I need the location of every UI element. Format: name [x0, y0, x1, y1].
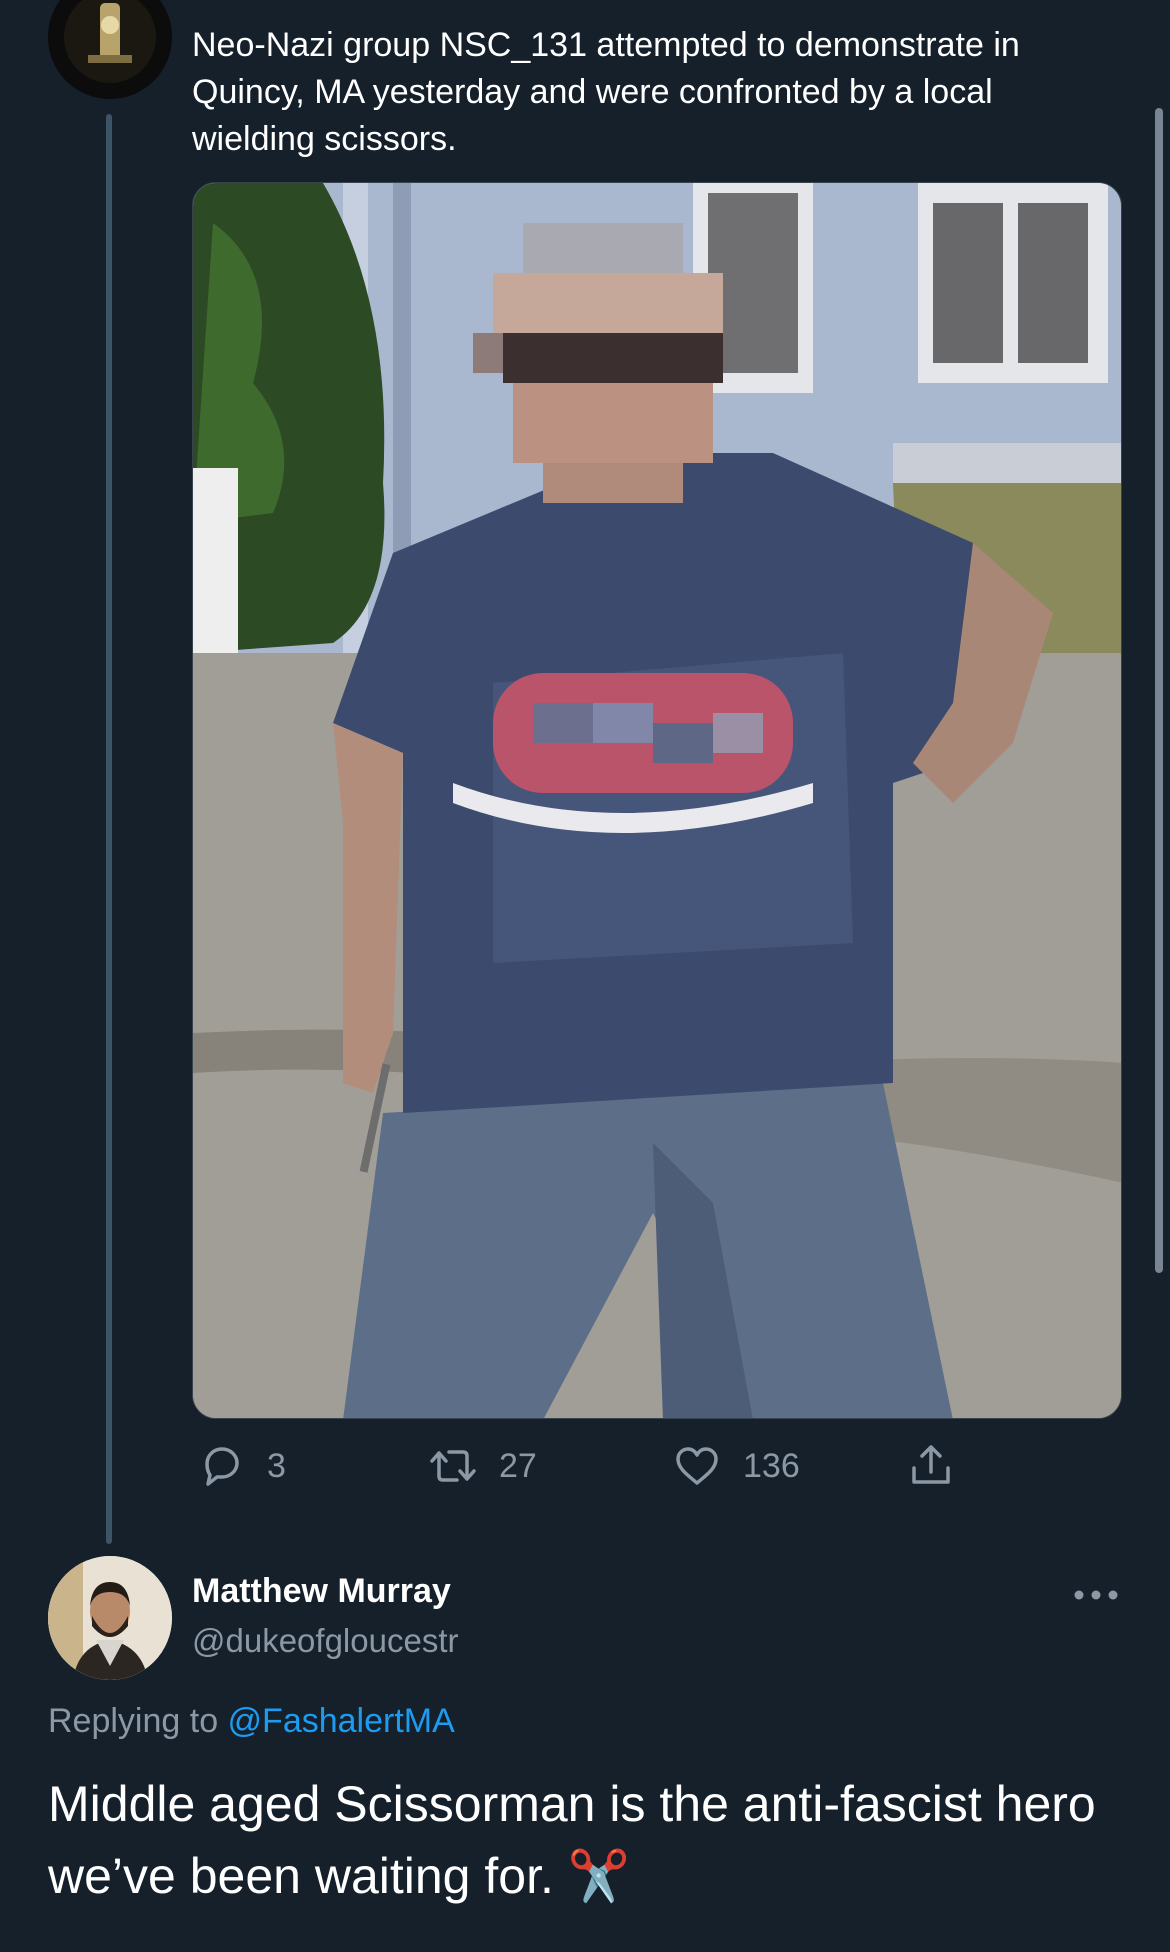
reply-icon — [195, 1440, 247, 1492]
photo-image — [193, 183, 1121, 1418]
replying-to-mention[interactable]: @FashalertMA — [228, 1702, 455, 1740]
original-author-avatar[interactable] — [48, 0, 172, 99]
tweet-media-photo[interactable] — [192, 182, 1122, 1419]
retweet-button[interactable]: 27 — [427, 1436, 537, 1496]
reply-author-name[interactable]: Matthew Murray — [192, 1572, 451, 1611]
thread-connector-line — [106, 114, 112, 1544]
replying-to-label: Replying to — [48, 1702, 228, 1740]
reply-button[interactable]: 3 — [195, 1436, 286, 1496]
heart-icon — [671, 1440, 723, 1492]
retweet-count: 27 — [499, 1446, 537, 1485]
more-options-button[interactable] — [1070, 1580, 1122, 1610]
original-tweet-text: Neo-Nazi group NSC_131 attempted to demo… — [192, 26, 1020, 158]
original-author-avatar-image — [48, 0, 172, 99]
more-icon — [1074, 1590, 1118, 1600]
like-count: 136 — [743, 1446, 800, 1485]
retweet-icon — [427, 1440, 479, 1492]
scrollbar[interactable] — [1155, 108, 1163, 1273]
replying-to-line: Replying to @FashalertMA — [48, 1702, 455, 1741]
reply-author-handle[interactable]: @dukeofgloucestr — [192, 1622, 458, 1660]
reply-tweet-text: Middle aged Scissorman is the anti-fasci… — [48, 1776, 1096, 1904]
reply-count: 3 — [267, 1446, 286, 1485]
like-button[interactable]: 136 — [671, 1436, 800, 1496]
tweet-action-bar: 3 27 136 — [195, 1436, 995, 1496]
reply-author-avatar[interactable] — [48, 1556, 172, 1680]
share-icon — [905, 1440, 957, 1492]
share-button[interactable] — [905, 1436, 957, 1496]
reply-author-avatar-image — [48, 1556, 172, 1680]
